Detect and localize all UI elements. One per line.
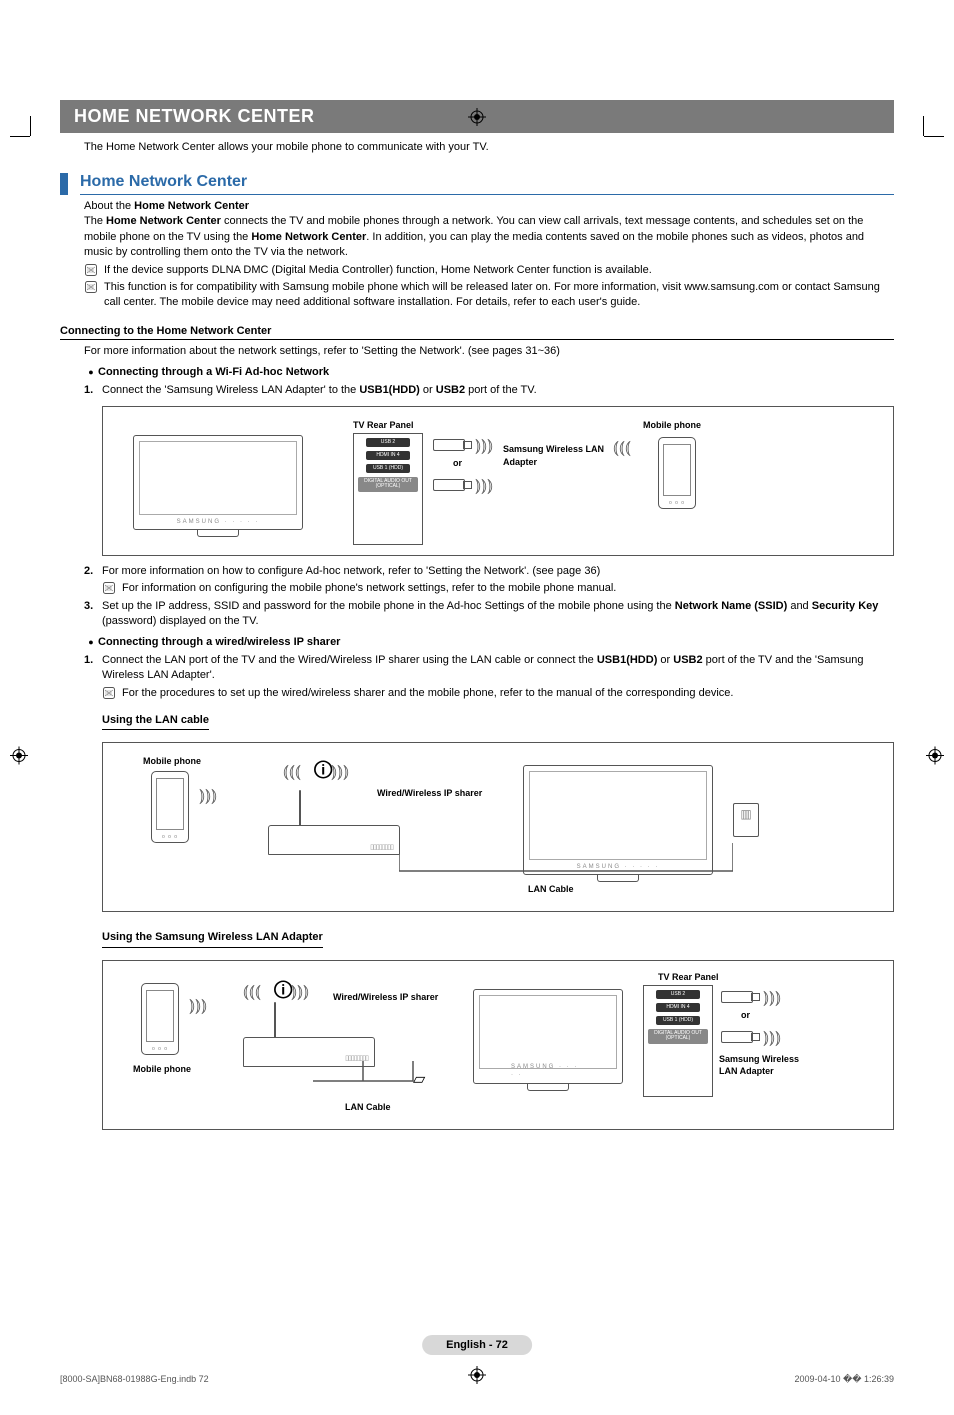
crop-mark (30, 136, 50, 156)
sharer-step-1-note: For the procedures to set up the wired/w… (102, 686, 894, 701)
adhoc-step-2-note: For information on configuring the mobil… (102, 581, 894, 596)
wifi-icon: ⦆⦆⦆ (613, 435, 631, 460)
sharer-step-1: 1. Connect the LAN port of the TV and th… (84, 653, 894, 684)
rear-panel-icon: USB 2 HDMI IN 4 USB 1 (HDD) DIGITAL AUDI… (643, 985, 713, 1097)
bullet-icon: ● (84, 365, 98, 380)
label-lan-cable: LAN Cable (345, 1101, 391, 1114)
label-lan-cable: LAN Cable (528, 883, 574, 896)
wifi-icon: ⦆⦆⦆ (199, 783, 217, 808)
label-sharer: Wired/Wireless IP sharer (377, 787, 482, 800)
bullet-label: Connecting through a Wi-Fi Ad-hoc Networ… (98, 365, 329, 380)
connecting-intro: For more information about the network s… (84, 344, 894, 359)
step-text: Connect the LAN port of the TV and the W… (102, 653, 894, 684)
phone-icon (151, 771, 189, 843)
label-tv-rear: TV Rear Panel (658, 971, 719, 984)
footer-page-label: English - 72 (422, 1335, 532, 1355)
bullet-sharer: ● Connecting through a wired/wireless IP… (84, 635, 894, 650)
adhoc-step-2: 2. For more information on how to config… (84, 564, 894, 579)
usb-dongle-icon (433, 479, 465, 491)
label-tv-rear: TV Rear Panel (353, 419, 414, 432)
wifi-icon: ⦆⦆⦆ (283, 759, 301, 784)
crop-mark (904, 136, 924, 156)
diagram-wireless-adapter: ⦆⦆⦆ Mobile phone ⦆⦆⦆ 🛈 ⦆⦆⦆ Wired/Wireles… (102, 960, 894, 1130)
bullet-adhoc: ● Connecting through a Wi-Fi Ad-hoc Netw… (84, 365, 894, 380)
step-number: 1. (84, 653, 102, 684)
wifi-icon: ⦆⦆⦆ (291, 979, 309, 1004)
diagram3-heading: Using the Samsung Wireless LAN Adapter (102, 930, 323, 947)
phone-icon (658, 437, 696, 509)
registration-mark-left (10, 746, 28, 769)
intro-text: The Home Network Center allows your mobi… (84, 141, 894, 153)
paragraph-1: The Home Network Center connects the TV … (84, 214, 894, 260)
phone-icon (141, 983, 179, 1055)
note-text: For information on configuring the mobil… (122, 581, 616, 596)
note-icon (84, 280, 98, 311)
label-sharer: Wired/Wireless IP sharer (333, 991, 438, 1004)
registration-mark-top (468, 108, 486, 129)
footer-timestamp: 2009-04-10 �� 1:26:39 (794, 1374, 894, 1385)
note-text: For the procedures to set up the wired/w… (122, 686, 733, 701)
label-mobile: Mobile phone (133, 1063, 191, 1076)
wifi-icon: ⦆⦆⦆ (763, 1025, 781, 1050)
bullet-label: Connecting through a wired/wireless IP s… (98, 635, 340, 650)
step-text: Set up the IP address, SSID and password… (102, 599, 894, 630)
adhoc-step-1: 1. Connect the 'Samsung Wireless LAN Ada… (84, 383, 894, 398)
registration-mark-right (926, 746, 944, 769)
note-2: This function is for compatibility with … (84, 280, 894, 311)
wifi-icon: ⦆⦆⦆ (475, 473, 493, 498)
section-heading: Home Network Center (80, 173, 894, 195)
footer-file: [8000-SA]BN68-01988G-Eng.indb 72 (60, 1374, 209, 1385)
tv-icon: SAMSUNG · · · · · (473, 989, 623, 1084)
note-text: This function is for compatibility with … (104, 280, 894, 311)
wifi-icon: ⦆⦆⦆ (763, 985, 781, 1010)
note-text: If the device supports DLNA DMC (Digital… (104, 263, 652, 278)
label-mobile: Mobile phone (143, 755, 201, 768)
connecting-heading: Connecting to the Home Network Center (60, 325, 894, 340)
wifi-icon: ⦆⦆⦆ (243, 979, 261, 1004)
sharer-icon (268, 825, 400, 855)
wifi-icon: ⦆⦆⦆ (475, 433, 493, 458)
note-icon (84, 263, 98, 278)
adhoc-step-3: 3. Set up the IP address, SSID and passw… (84, 599, 894, 630)
step-number: 3. (84, 599, 102, 630)
label-adapter: Samsung Wireless LAN Adapter (719, 1053, 799, 1078)
step-text: Connect the 'Samsung Wireless LAN Adapte… (102, 383, 537, 398)
usb-dongle-icon (721, 1031, 753, 1043)
note-icon (102, 581, 116, 596)
label-or: or (453, 457, 462, 470)
note-1: If the device supports DLNA DMC (Digital… (84, 263, 894, 278)
diagram2-heading: Using the LAN cable (102, 713, 209, 730)
bullet-icon: ● (84, 635, 98, 650)
diagram-lan-cable: Mobile phone ⦆⦆⦆ ⦆⦆⦆ 🛈 ⦆⦆⦆ Wired/Wireles… (102, 742, 894, 912)
step-number: 2. (84, 564, 102, 579)
label-or: or (741, 1009, 750, 1022)
wifi-icon: ⦆⦆⦆ (331, 759, 349, 784)
step-text: For more information on how to configure… (102, 564, 600, 579)
cable-plug-icon: ▱ (413, 1069, 425, 1091)
lan-plug-icon (733, 803, 759, 837)
usb-dongle-icon (721, 991, 753, 1003)
tv-icon: SAMSUNG · · · · · (133, 435, 303, 530)
rear-panel-icon: USB 2 HDMI IN 4 USB 1 (HDD) DIGITAL AUDI… (353, 433, 423, 545)
step-number: 1. (84, 383, 102, 398)
note-icon (102, 686, 116, 701)
section-marker (60, 173, 68, 195)
label-mobile: Mobile phone (643, 419, 701, 432)
usb-dongle-icon (433, 439, 465, 451)
cable-line (399, 843, 733, 883)
diagram-adhoc: SAMSUNG · · · · · TV Rear Panel USB 2 HD… (102, 406, 894, 556)
about-line: About the Home Network Center (84, 199, 894, 214)
label-adapter: Samsung Wireless LAN Adapter (503, 443, 613, 468)
wifi-icon: ⦆⦆⦆ (189, 993, 207, 1018)
